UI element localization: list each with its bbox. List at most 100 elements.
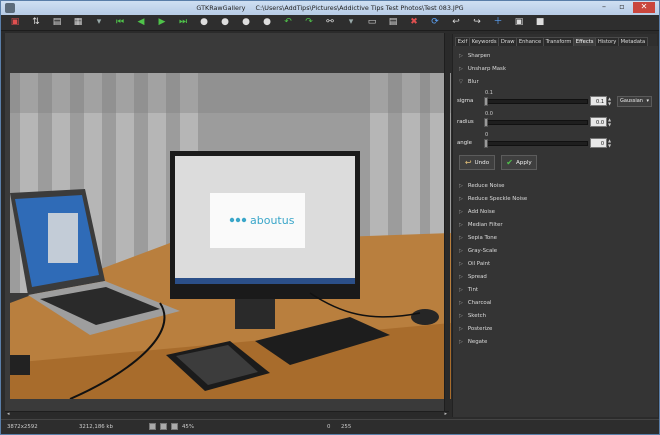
dual-view-icon[interactable] bbox=[160, 423, 167, 430]
rotate-right-icon[interactable]: ↷ bbox=[303, 17, 315, 28]
angle-spin-arrows-icon[interactable]: ▲ ▼ bbox=[607, 138, 612, 148]
apply-button[interactable]: ✔ Apply bbox=[501, 155, 537, 170]
radius-slider-value: 0.0 bbox=[485, 111, 493, 117]
sigma-row: sigma 0.1 0.1 ▲ ▼ Gaussian ▾ bbox=[457, 90, 653, 107]
photo-preview[interactable]: aboutus bbox=[10, 73, 451, 399]
tab-draw[interactable]: Draw bbox=[498, 37, 518, 46]
first-icon[interactable]: ⏮ bbox=[114, 17, 126, 28]
status-bar: 3872x2592 3212,186 kb 45% 0 255 bbox=[1, 419, 659, 434]
tab-keywords[interactable]: Keywords bbox=[469, 37, 500, 46]
link-icon[interactable]: ⚯ bbox=[324, 17, 336, 28]
effect-reduce-speckle-noise[interactable]: ▷ Reduce Speckle Noise bbox=[459, 196, 527, 202]
expander-icon: ▷ bbox=[459, 339, 463, 345]
minimize-icon[interactable]: – bbox=[597, 2, 611, 13]
expander-icon: ▷ bbox=[459, 261, 463, 267]
prev-icon[interactable]: ◀ bbox=[135, 17, 147, 28]
effect-spread[interactable]: ▷ Spread bbox=[459, 274, 487, 280]
expander-icon: ▷ bbox=[459, 235, 463, 241]
dropdown-icon[interactable]: ▾ bbox=[345, 17, 357, 28]
tab-metadata[interactable]: Metadata bbox=[617, 37, 648, 46]
tab-transform[interactable]: Transform bbox=[542, 37, 575, 46]
expander-icon: ▷ bbox=[459, 300, 463, 306]
angle-slider-value: 0 bbox=[485, 132, 489, 138]
effect-sepia-tone[interactable]: ▷ Sepia Tone bbox=[459, 235, 497, 241]
undo-arrow-icon: ↩ bbox=[464, 158, 472, 167]
scroll-right-icon[interactable]: ▸ bbox=[444, 411, 447, 417]
dot-icon[interactable]: ● bbox=[240, 17, 252, 28]
expander-icon: ▷ bbox=[459, 287, 463, 293]
scroll-left-icon[interactable]: ◂ bbox=[7, 411, 10, 417]
angle-slider[interactable] bbox=[484, 141, 588, 146]
app-window: GTKRawGallery C:\Users\AddTips\Pictures\… bbox=[0, 0, 660, 435]
angle-row: angle 0 0 ▲ ▼ bbox=[457, 132, 653, 149]
effect-sharpen[interactable]: ▷ Sharpen bbox=[459, 53, 490, 59]
expander-icon: ▷ bbox=[459, 313, 463, 319]
effect-charcoal[interactable]: ▷ Charcoal bbox=[459, 300, 492, 306]
page-icon[interactable]: ▭ bbox=[366, 17, 378, 28]
effect-add-noise[interactable]: ▷ Add Noise bbox=[459, 209, 495, 215]
effect-blur[interactable]: ▽ Blur bbox=[459, 79, 479, 85]
tab-enhance[interactable]: Enhance bbox=[516, 37, 544, 46]
sigma-spin-input[interactable]: 0.1 bbox=[590, 96, 607, 106]
print-icon[interactable]: ▤ bbox=[51, 17, 63, 28]
effect-reduce-noise[interactable]: ▷ Reduce Noise bbox=[459, 183, 504, 189]
expander-icon: ▷ bbox=[459, 326, 463, 332]
next-icon[interactable]: ▶ bbox=[156, 17, 168, 28]
close-icon[interactable]: ✕ bbox=[633, 2, 655, 13]
radius-spin-arrows-icon[interactable]: ▲ ▼ bbox=[607, 117, 612, 127]
sigma-spin-arrows-icon[interactable]: ▲ ▼ bbox=[607, 96, 612, 106]
delete-icon[interactable]: ✖ bbox=[408, 17, 420, 28]
tab-effects[interactable]: Effects bbox=[573, 37, 597, 46]
angle-slider-handle[interactable] bbox=[484, 139, 488, 148]
layout-icon[interactable]: ▦ bbox=[72, 17, 84, 28]
effect-sketch[interactable]: ▷ Sketch bbox=[459, 313, 486, 319]
radius-label: radius bbox=[457, 119, 474, 125]
horizontal-scrollbar[interactable]: ◂ ▸ bbox=[5, 411, 449, 417]
effect-oil-paint[interactable]: ▷ Oil Paint bbox=[459, 261, 490, 267]
stop-icon[interactable]: ■ bbox=[534, 17, 546, 28]
undo-icon[interactable]: ↩ bbox=[450, 17, 462, 28]
expanded-icon: ▽ bbox=[459, 79, 463, 85]
title-bar: GTKRawGallery C:\Users\AddTips\Pictures\… bbox=[1, 1, 659, 15]
radius-slider[interactable] bbox=[484, 120, 588, 125]
maximize-icon[interactable]: ▫ bbox=[615, 2, 629, 13]
level-right-value: 255 bbox=[341, 424, 352, 430]
rotate-left-icon[interactable]: ↶ bbox=[282, 17, 294, 28]
dot-icon[interactable]: ● bbox=[198, 17, 210, 28]
sigma-slider-handle[interactable] bbox=[484, 97, 488, 106]
last-icon[interactable]: ⏭ bbox=[177, 17, 189, 28]
single-view-icon[interactable] bbox=[149, 423, 156, 430]
fit-view-icon[interactable] bbox=[171, 423, 178, 430]
blur-method-dropdown[interactable]: Gaussian ▾ bbox=[617, 96, 652, 107]
window-title: GTKRawGallery C:\Users\AddTips\Pictures\… bbox=[1, 4, 659, 12]
file-size: 3212,186 kb bbox=[79, 424, 113, 430]
sort-icon[interactable]: ⇅ bbox=[30, 17, 42, 28]
effect-posterize[interactable]: ▷ Posterize bbox=[459, 326, 492, 332]
sigma-slider[interactable] bbox=[484, 99, 588, 104]
expander-icon: ▷ bbox=[459, 222, 463, 228]
refresh-icon[interactable]: ⟳ bbox=[429, 17, 441, 28]
dot-icon[interactable]: ● bbox=[261, 17, 273, 28]
tab-exif[interactable]: Exif bbox=[455, 37, 470, 46]
effect-unsharp-mask[interactable]: ▷ Unsharp Mask bbox=[459, 66, 506, 72]
doc-icon[interactable]: ▤ bbox=[387, 17, 399, 28]
radius-spin-input[interactable]: 0.0 bbox=[590, 117, 607, 127]
dot-icon[interactable]: ● bbox=[219, 17, 231, 28]
angle-label: angle bbox=[457, 140, 472, 146]
effect-median-filter[interactable]: ▷ Median Filter bbox=[459, 222, 503, 228]
photo-icon[interactable]: ▣ bbox=[9, 17, 21, 28]
effect-gray-scale[interactable]: ▷ Gray-Scale bbox=[459, 248, 497, 254]
level-left-value: 0 bbox=[327, 424, 331, 430]
radius-slider-handle[interactable] bbox=[484, 118, 488, 127]
redo-icon[interactable]: ↪ bbox=[471, 17, 483, 28]
vertical-scrollbar[interactable] bbox=[444, 33, 450, 411]
tab-history[interactable]: History bbox=[595, 37, 619, 46]
angle-spin-input[interactable]: 0 bbox=[590, 138, 607, 148]
effect-negate[interactable]: ▷ Negate bbox=[459, 339, 487, 345]
image-icon[interactable]: ▣ bbox=[513, 17, 525, 28]
dropdown-icon[interactable]: ▾ bbox=[93, 17, 105, 28]
effect-tint[interactable]: ▷ Tint bbox=[459, 287, 478, 293]
undo-button[interactable]: ↩ Undo bbox=[459, 155, 495, 170]
add-icon[interactable]: ＋ bbox=[492, 17, 504, 28]
image-canvas[interactable]: aboutus bbox=[5, 33, 451, 417]
